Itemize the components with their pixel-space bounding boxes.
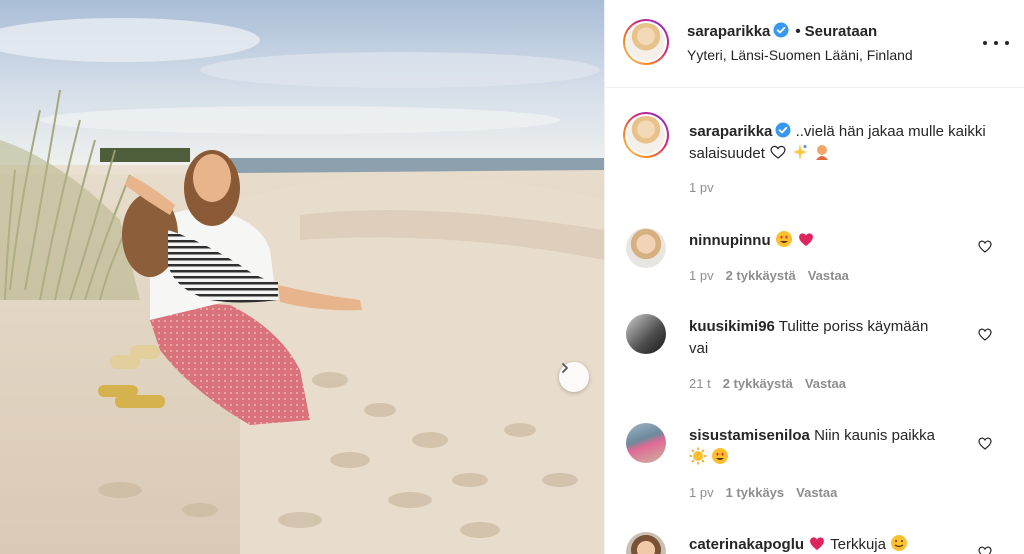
comment-meta: 1 pv 2 tykkäystä Vastaa [689,268,861,283]
caption-username[interactable]: saraparikka [689,123,772,140]
sun-emoji-icon [689,447,707,465]
verified-badge-icon [775,122,791,138]
comment-likes[interactable]: 1 tykkäys [726,485,785,500]
white-heart-emoji-icon [770,145,786,159]
comment-body: ninnupinnu [689,230,949,252]
author-avatar[interactable] [623,19,669,65]
comment-time[interactable]: 1 pv [689,268,714,283]
comment-text: Terkkuja [830,536,886,553]
commenter-username[interactable]: sisustamiseniloa [689,427,810,444]
post-side-panel: saraparikka • Seurataan Yyteri, Länsi-Suom… [604,0,1024,554]
heart-outline-icon[interactable] [977,544,993,554]
beach-photo-illustration [0,0,604,554]
commenter-avatar[interactable] [626,314,666,354]
smiling-face-emoji-icon [891,535,908,551]
comment-body: caterinakapoglu Terkkuja [689,534,989,554]
caption-timestamp[interactable]: 1 pv [689,180,714,195]
next-photo-button[interactable] [559,362,589,392]
heart-outline-icon[interactable] [977,326,993,342]
post-header: saraparikka • Seurataan Yyteri, Länsi-Suom… [605,0,1024,88]
sparkles-emoji-icon [793,144,808,160]
reply-button[interactable]: Vastaa [808,268,849,283]
commenter-username[interactable]: caterinakapoglu [689,536,804,553]
heart-outline-icon[interactable] [977,238,993,254]
caption-text-line: saraparikka ..vielä hän jakaa mulle kaik… [689,121,989,165]
commenter-username[interactable]: kuusikimi96 [689,318,775,335]
comment-likes[interactable]: 2 tykkäystä [723,376,793,391]
red-heart-emoji-icon [799,233,813,246]
reply-button[interactable]: Vastaa [796,485,837,500]
commenter-avatar[interactable] [626,228,666,268]
location-link[interactable]: Yyteri, Länsi-Suomen Lääni, Finland [687,47,913,63]
woman-emoji-icon [816,145,829,160]
comment-time[interactable]: 1 pv [689,485,714,500]
author-username[interactable]: saraparikka [687,23,770,40]
more-options-icon[interactable] [983,33,1009,53]
commenter-avatar[interactable] [626,423,666,463]
separator-dot: • [795,23,801,40]
follow-status-button[interactable]: Seurataan [805,23,878,40]
header-title-line: saraparikka • Seurataan [687,22,877,40]
comment-meta: 1 pv 1 tykkäys Vastaa [689,485,849,500]
heart-outline-icon[interactable] [977,435,993,451]
commenter-avatar[interactable] [626,532,666,554]
comment-time[interactable]: 21 t [689,376,711,391]
comment-text: Niin kaunis paikka [814,427,935,444]
verified-badge-icon [773,22,789,38]
heart-eyes-emoji-icon [775,231,792,247]
red-heart-emoji-icon [810,537,825,550]
reply-button[interactable]: Vastaa [805,376,846,391]
chevron-right-icon [562,363,568,373]
caption-author-avatar[interactable] [623,112,669,158]
commenter-username[interactable]: ninnupinnu [689,232,771,249]
heart-eyes-emoji-icon [712,448,729,464]
comment-likes[interactable]: 2 tykkäystä [726,268,796,283]
comment-meta: 21 t 2 tykkäystä Vastaa [689,376,858,391]
comment-body: kuusikimi96 Tulitte poriss käymään vai [689,316,949,360]
post-photo[interactable] [0,0,604,554]
comment-body: sisustamiseniloa Niin kaunis paikka [689,425,949,469]
